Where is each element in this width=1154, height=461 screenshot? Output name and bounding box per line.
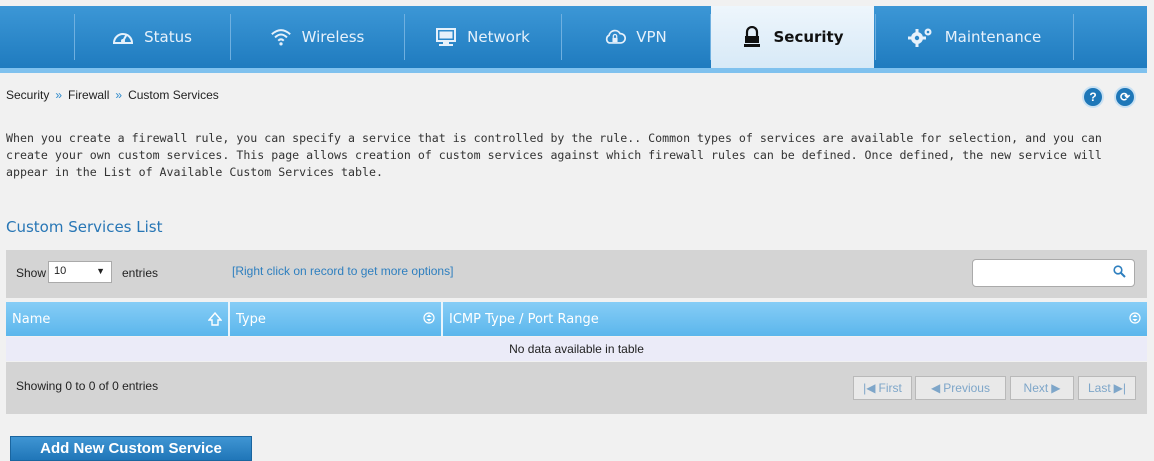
gears-icon [907,26,935,48]
table-info: Showing 0 to 0 of 0 entries [16,379,159,393]
previous-page-button[interactable]: ◀ Previous [915,376,1006,400]
next-page-label: Next [1023,381,1049,395]
cloud-lock-icon [604,26,627,48]
sort-ascending-icon [207,311,223,329]
nav-label-maintenance: Maintenance [944,28,1042,46]
column-header-name-label: Name [12,311,51,327]
search-icon [1113,265,1126,282]
breadcrumb-separator: » [115,88,123,102]
last-page-label: Last [1087,381,1111,395]
section-title: Custom Services List [6,218,163,236]
nav-label-network: Network [467,28,530,46]
column-header-type[interactable]: Type [230,302,441,336]
page-description: When you create a firewall rule, you can… [6,131,1102,179]
column-header-name[interactable]: Name [6,302,228,336]
nav-item-status[interactable]: Status [75,6,229,68]
entries-per-page-select[interactable]: 10 ▼ [48,261,112,283]
add-custom-service-button[interactable]: Add New Custom Service [10,436,252,461]
table-header: Name Type ICMP Type / Port Range [6,302,1147,336]
nav-label-status: Status [144,28,192,46]
column-header-port-range-label: ICMP Type / Port Range [449,311,599,327]
breadcrumb-security[interactable]: Security [6,88,49,102]
nav-item-network[interactable]: Network [405,6,560,68]
breadcrumb-custom-services: Custom Services [128,88,219,102]
top-navigation: Status Wireless Network VPN Security Mai… [0,0,1154,73]
table-toolbar: Show 10 ▼ entries [Right click on record… [6,250,1147,298]
first-page-button[interactable]: |◀ First [853,376,912,400]
nav-underline [0,68,1147,73]
first-page-icon: |◀ [863,381,876,395]
refresh-button[interactable]: ⟳ [1114,86,1136,108]
empty-table-message: No data available in table [6,337,1147,361]
lock-icon [741,26,763,48]
nav-label-security: Security [773,28,844,46]
right-click-hint: [Right click on record to get more optio… [232,264,454,278]
help-icon: ? [1089,90,1097,104]
sort-both-icon [423,312,435,327]
last-page-button[interactable]: Last ▶| [1078,376,1136,400]
last-page-icon: ▶| [1113,381,1127,395]
nav-item-maintenance[interactable]: Maintenance [876,6,1072,68]
column-header-type-label: Type [236,311,266,327]
entries-label: entries [122,266,159,280]
wifi-icon [270,26,292,48]
refresh-icon: ⟳ [1119,90,1131,104]
column-header-port-range[interactable]: ICMP Type / Port Range [443,302,1147,336]
next-page-button[interactable]: Next ▶ [1010,376,1074,400]
search-input[interactable] [972,259,1135,287]
previous-page-icon: ◀ [931,381,941,395]
first-page-label: First [878,381,902,395]
sort-both-icon [1129,312,1141,327]
table-footer: Showing 0 to 0 of 0 entries |◀ First ◀ Pre… [6,362,1147,414]
previous-page-label: Previous [943,381,990,395]
next-page-icon: ▶ [1051,381,1061,395]
show-label: Show [16,266,47,280]
nav-item-wireless[interactable]: Wireless [231,6,403,68]
breadcrumb-firewall[interactable]: Firewall [68,88,109,102]
nav-bar: Status Wireless Network VPN Security Mai… [0,6,1147,68]
nav-item-vpn[interactable]: VPN [562,6,709,68]
nav-label-vpn: VPN [636,28,667,46]
help-button[interactable]: ? [1082,86,1104,108]
monitor-icon [435,26,457,48]
gauge-icon [112,26,134,48]
breadcrumb: Security » Firewall » Custom Services [6,88,219,102]
chevron-down-icon: ▼ [96,266,105,276]
nav-item-security[interactable]: Security [711,6,874,68]
nav-separator [1073,14,1074,60]
breadcrumb-separator: » [55,88,63,102]
entries-per-page-value: 10 [54,265,67,277]
nav-label-wireless: Wireless [301,28,365,46]
